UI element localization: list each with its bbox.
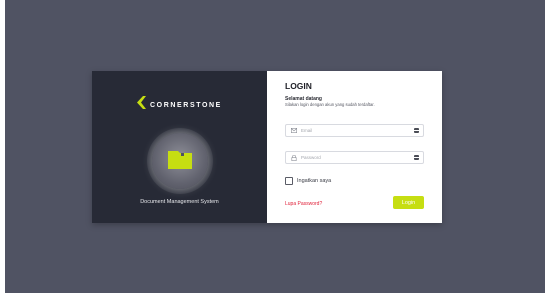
cornerstone-logo-icon bbox=[137, 96, 147, 114]
folder-orb bbox=[152, 133, 208, 189]
password-input[interactable] bbox=[301, 155, 414, 160]
app-background: CORNERSTONE Document Management System L… bbox=[5, 0, 545, 293]
remember-label[interactable]: Ingatkan saya bbox=[297, 178, 331, 184]
login-panel: LOGIN Selamat datang Silakan login denga… bbox=[267, 71, 442, 223]
brand-header: CORNERSTONE bbox=[92, 96, 267, 114]
envelope-icon bbox=[291, 128, 297, 134]
brand-tagline: Document Management System bbox=[140, 199, 219, 205]
login-card: CORNERSTONE Document Management System L… bbox=[92, 71, 442, 223]
brand-panel: CORNERSTONE Document Management System bbox=[92, 71, 267, 223]
key-icon[interactable] bbox=[414, 155, 419, 160]
brand-name: CORNERSTONE bbox=[150, 101, 222, 109]
login-title: LOGIN bbox=[285, 81, 312, 91]
remember-checkbox[interactable] bbox=[285, 177, 293, 185]
login-button[interactable]: Login bbox=[393, 196, 424, 209]
remember-me[interactable]: Ingatkan saya bbox=[285, 177, 331, 185]
key-icon[interactable] bbox=[414, 128, 419, 133]
password-field[interactable] bbox=[285, 151, 424, 164]
email-input[interactable] bbox=[301, 128, 414, 133]
forgot-password-link[interactable]: Lupa Password? bbox=[285, 201, 322, 207]
email-field[interactable] bbox=[285, 124, 424, 137]
lock-icon bbox=[291, 154, 297, 161]
login-subtitle: Silakan login dengan akun yang sudah ter… bbox=[285, 102, 375, 107]
folder-icon bbox=[168, 149, 192, 174]
